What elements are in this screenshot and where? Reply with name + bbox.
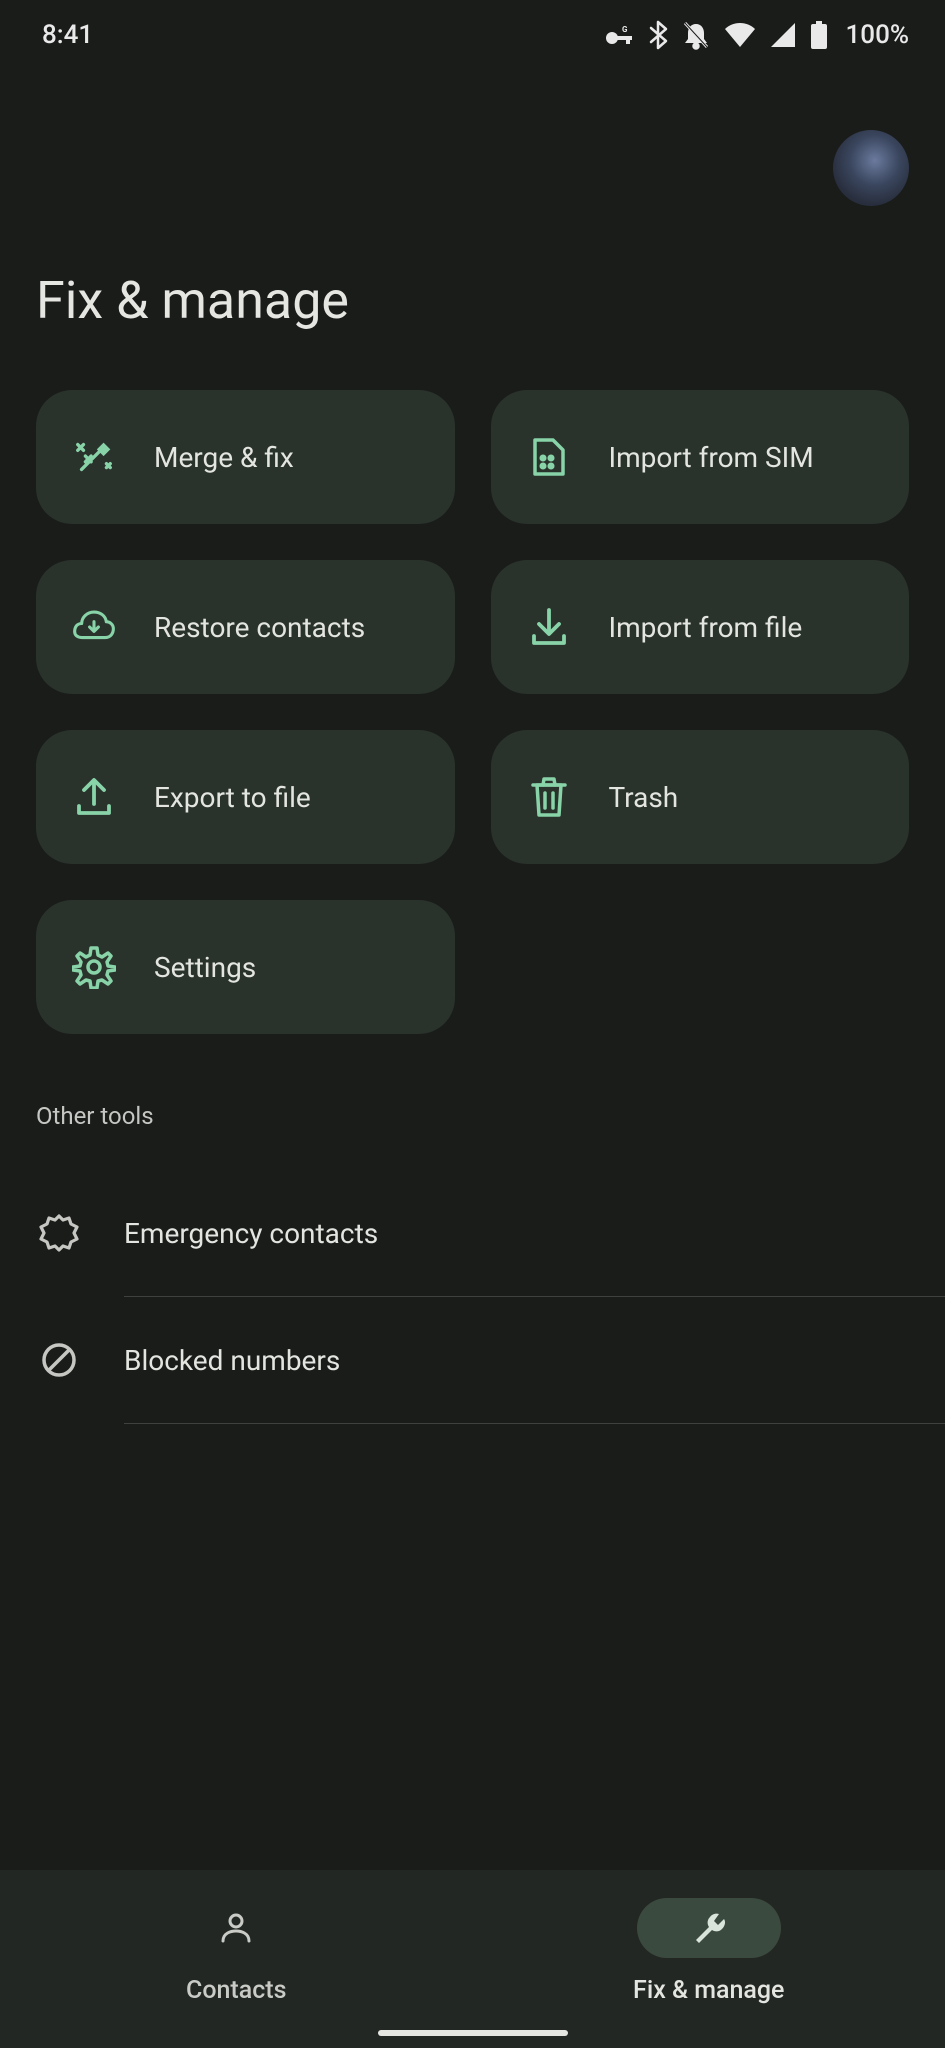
battery-icon (810, 21, 828, 49)
other-tools-section: Other tools Emergency contacts Blocked n… (0, 1102, 945, 1424)
import-sim-label: Import from SIM (609, 441, 814, 474)
restore-contacts-label: Restore contacts (154, 611, 365, 644)
export-file-card[interactable]: Export to file (36, 730, 455, 864)
trash-label: Trash (609, 781, 679, 814)
cloud-download-icon (72, 605, 116, 649)
emergency-contacts-label: Emergency contacts (124, 1217, 378, 1250)
emergency-contacts-row[interactable]: Emergency contacts (36, 1170, 909, 1296)
divider (124, 1423, 945, 1424)
import-file-card[interactable]: Import from file (491, 560, 910, 694)
restore-contacts-card[interactable]: Restore contacts (36, 560, 455, 694)
trash-icon (527, 775, 571, 819)
other-tools-label: Other tools (36, 1102, 909, 1130)
status-time: 8:41 (42, 20, 93, 50)
nav-contacts-icon-wrap (164, 1898, 308, 1958)
status-bar: 8:41 G 100% (0, 0, 945, 70)
wand-icon (72, 435, 116, 479)
tool-list: Emergency contacts Blocked numbers (36, 1170, 909, 1424)
bluetooth-icon (648, 20, 668, 50)
import-sim-card[interactable]: Import from SIM (491, 390, 910, 524)
wifi-icon (724, 22, 756, 48)
status-right: G 100% (604, 20, 909, 50)
vpn-key-icon: G (604, 24, 634, 46)
merge-fix-label: Merge & fix (154, 441, 294, 474)
page-title: Fix & manage (36, 270, 349, 331)
person-icon (218, 1910, 254, 1946)
export-file-label: Export to file (154, 781, 311, 814)
merge-fix-card[interactable]: Merge & fix (36, 390, 455, 524)
medical-icon (36, 1210, 82, 1256)
action-grid: Merge & fix Import from SIM Restore cont… (0, 390, 945, 1034)
nav-contacts[interactable]: Contacts (0, 1870, 473, 2048)
settings-label: Settings (154, 951, 256, 984)
gear-icon (72, 945, 116, 989)
block-icon (36, 1337, 82, 1383)
nav-fix-manage[interactable]: Fix & manage (473, 1870, 945, 2048)
nav-fix-manage-icon-wrap (637, 1898, 781, 1958)
gesture-bar (378, 2030, 568, 2036)
trash-card[interactable]: Trash (491, 730, 910, 864)
wrench-icon (691, 1910, 727, 1946)
battery-percent: 100% (846, 20, 909, 50)
settings-card[interactable]: Settings (36, 900, 455, 1034)
app-header: Fix & manage (0, 70, 945, 390)
nav-contacts-label: Contacts (186, 1976, 286, 2005)
avatar[interactable] (833, 130, 909, 206)
blocked-numbers-row[interactable]: Blocked numbers (36, 1297, 909, 1423)
svg-text:G: G (622, 25, 628, 34)
upload-icon (72, 775, 116, 819)
download-icon (527, 605, 571, 649)
signal-icon (770, 22, 796, 48)
nav-fix-manage-label: Fix & manage (633, 1976, 784, 2005)
bottom-nav: Contacts Fix & manage (0, 1870, 945, 2048)
sim-icon (527, 435, 571, 479)
blocked-numbers-label: Blocked numbers (124, 1344, 340, 1377)
dnd-icon (682, 20, 710, 50)
import-file-label: Import from file (609, 611, 803, 644)
